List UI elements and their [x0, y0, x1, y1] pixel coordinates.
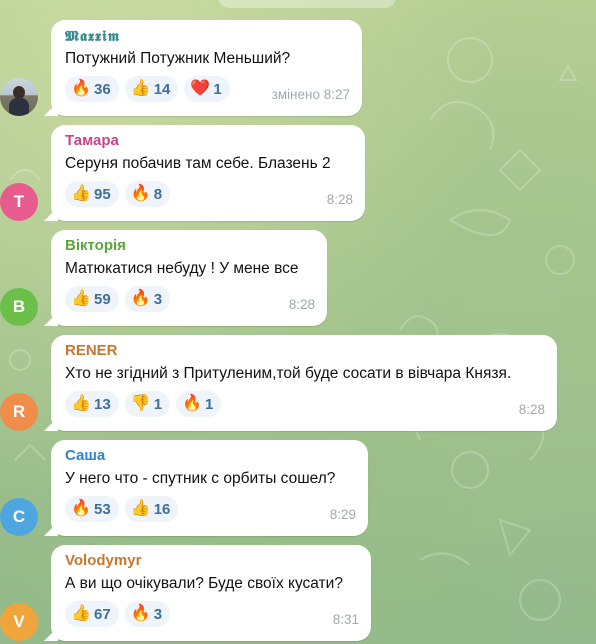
- reaction-chip[interactable]: 🔥 8: [124, 181, 171, 207]
- avatar-letter: B: [12, 297, 26, 316]
- message-text: Потужний Потужник Меньший?: [65, 50, 291, 67]
- sender-name[interactable]: Volodymyr: [65, 552, 359, 570]
- reaction-list: 🔥 53 👍 16: [65, 496, 179, 522]
- reaction-chip[interactable]: 🔥 36: [65, 76, 119, 102]
- message-time: 8:28: [288, 296, 315, 312]
- reaction-chip[interactable]: 🔥 3: [124, 286, 171, 312]
- message-text: Матюкатися небуду ! У мене все: [65, 260, 299, 277]
- reaction-count: 3: [153, 290, 163, 308]
- message-text: Серуня побачив там себе. Блазень 2: [65, 155, 331, 172]
- message-footer: 👍 67 🔥 3 8:31: [65, 601, 359, 627]
- avatar[interactable]: [0, 78, 38, 116]
- message-bubble[interactable]: Саша У него что - спутник с орбиты сошел?…: [51, 440, 368, 536]
- message-time: 8:29: [329, 506, 356, 522]
- reaction-list: 👍 59 🔥 3: [65, 286, 171, 312]
- message-footer: 👍 95 🔥 8 8:28: [65, 181, 353, 207]
- heart-icon: ❤️: [190, 80, 211, 97]
- reaction-chip[interactable]: 🔥 53: [65, 496, 119, 522]
- thumbs-down-icon: 👎: [130, 395, 151, 412]
- reaction-count: 1: [153, 395, 163, 413]
- message-text: У него что - спутник с орбиты сошел?: [65, 470, 336, 487]
- reaction-chip[interactable]: 👍 13: [65, 391, 119, 417]
- message-text: Хто не згідний з Притуленим,той буде сос…: [65, 365, 512, 382]
- reaction-count: 59: [94, 290, 111, 308]
- message-time: 8:28: [326, 191, 353, 207]
- fire-icon: 🔥: [182, 395, 202, 412]
- reaction-count: 1: [213, 80, 222, 98]
- reaction-list: 👍 95 🔥 8: [65, 181, 171, 207]
- reaction-count: 53: [94, 500, 111, 518]
- sender-name[interactable]: Тамара: [65, 132, 353, 150]
- avatar-letter: C: [12, 507, 26, 526]
- message-time: 8:31: [332, 611, 359, 627]
- fire-icon: 🔥: [130, 185, 151, 202]
- avatar[interactable]: R: [0, 393, 38, 431]
- message-footer: 🔥 36 👍 14 ❤️ 1 змінено 8:27: [65, 76, 350, 102]
- reaction-chip[interactable]: 👍 16: [124, 496, 179, 522]
- message-bubble[interactable]: RENER Хто не згідний з Притуленим,той буд…: [51, 335, 557, 431]
- fire-icon: 🔥: [71, 80, 91, 97]
- reaction-chip[interactable]: ❤️ 1: [184, 76, 230, 102]
- reaction-chip[interactable]: 👎 1: [124, 391, 171, 417]
- reaction-count: 13: [94, 395, 111, 413]
- reaction-count: 14: [153, 80, 171, 98]
- reaction-count: 36: [94, 80, 111, 98]
- thumbs-up-icon: 👍: [130, 80, 151, 97]
- reaction-chip[interactable]: 👍 59: [65, 286, 119, 312]
- reaction-list: 👍 67 🔥 3: [65, 601, 171, 627]
- date-pill: [218, 0, 396, 8]
- fire-icon: 🔥: [130, 290, 151, 307]
- reaction-list: 🔥 36 👍 14 ❤️ 1: [65, 76, 230, 102]
- sender-name[interactable]: 𝕸𝖆𝖝𝖝𝖎𝖒: [65, 27, 350, 45]
- reaction-list: 👍 13 👎 1 🔥 1: [65, 391, 222, 417]
- message-bubble[interactable]: Вікторія Матюкатися небуду ! У мене все 👍 5…: [51, 230, 327, 326]
- reaction-count: 1: [205, 395, 214, 413]
- message-time: 8:28: [518, 401, 545, 417]
- avatar[interactable]: V: [0, 603, 38, 641]
- avatar[interactable]: C: [0, 498, 38, 536]
- reaction-count: 3: [153, 605, 163, 623]
- message-footer: 🔥 53 👍 16 8:29: [65, 496, 356, 522]
- reaction-chip[interactable]: 🔥 3: [124, 601, 171, 627]
- reaction-chip[interactable]: 👍 95: [65, 181, 119, 207]
- thumbs-up-icon: 👍: [71, 605, 91, 622]
- thumbs-up-icon: 👍: [71, 395, 91, 412]
- avatar[interactable]: T: [0, 183, 38, 221]
- fire-icon: 🔥: [71, 500, 91, 517]
- reaction-chip[interactable]: 👍 67: [65, 601, 119, 627]
- reaction-chip[interactable]: 👍 14: [124, 76, 179, 102]
- message-time: змінено 8:27: [271, 86, 350, 102]
- fire-icon: 🔥: [130, 605, 151, 622]
- reaction-chip[interactable]: 🔥 1: [176, 391, 222, 417]
- message-bubble[interactable]: 𝕸𝖆𝖝𝖝𝖎𝖒 Потужний Потужник Меньший? 🔥 36 👍 14 ❤️…: [51, 20, 362, 116]
- message-text: А ви що очікували? Буде своїх кусати?: [65, 575, 343, 592]
- avatar-photo-body: [9, 98, 29, 116]
- avatar-letter: R: [12, 402, 26, 421]
- sender-name[interactable]: RENER: [65, 342, 545, 360]
- sender-name[interactable]: Саша: [65, 447, 356, 465]
- reaction-count: 16: [153, 500, 171, 518]
- avatar-letter: V: [13, 612, 25, 631]
- reaction-count: 95: [94, 185, 111, 203]
- message-footer: 👍 13 👎 1 🔥 1 8:28: [65, 391, 545, 417]
- thumbs-up-icon: 👍: [130, 500, 151, 517]
- message-footer: 👍 59 🔥 3 8:28: [65, 286, 315, 312]
- avatar-letter: T: [13, 192, 25, 211]
- reaction-count: 8: [153, 185, 163, 203]
- message-bubble[interactable]: Volodymyr А ви що очікували? Буде своїх к…: [51, 545, 371, 641]
- message-bubble[interactable]: Тамара Серуня побачив там себе. Блазень 2…: [51, 125, 365, 221]
- sender-name[interactable]: Вікторія: [65, 237, 315, 255]
- thumbs-up-icon: 👍: [71, 290, 91, 307]
- reaction-count: 67: [94, 605, 111, 623]
- avatar[interactable]: B: [0, 288, 38, 326]
- thumbs-up-icon: 👍: [71, 185, 91, 202]
